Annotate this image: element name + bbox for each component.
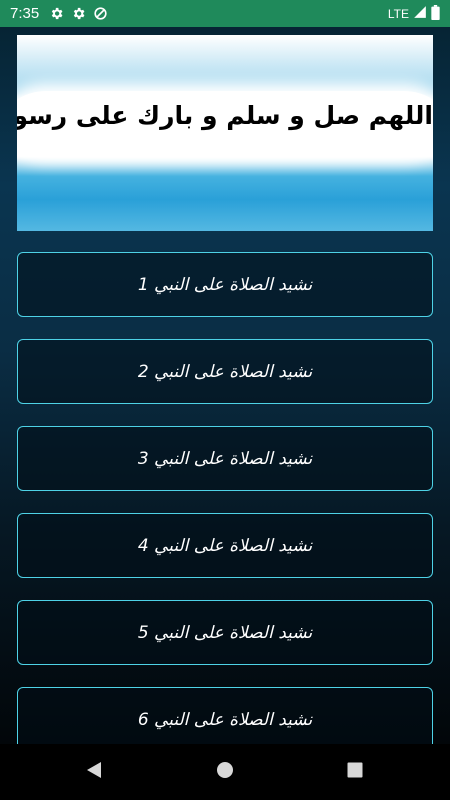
home-button[interactable] <box>215 762 235 782</box>
home-icon <box>216 761 234 783</box>
settings-gear-icon <box>71 6 86 21</box>
list-item[interactable]: نشيد الصلاة على النبي 3 <box>17 426 433 491</box>
list-item-label: نشيد الصلاة على النبي 5 <box>137 622 313 643</box>
list-item[interactable]: نشيد الصلاة على النبي 4 <box>17 513 433 578</box>
status-system-icons: LTE <box>387 4 440 23</box>
status-time: 7:35 <box>10 5 40 22</box>
back-button[interactable] <box>84 762 104 782</box>
settings-gear-icon <box>49 6 64 21</box>
status-bar: 7:35 LTE <box>0 0 450 27</box>
nasheed-list: نشيد الصلاة على النبي 1 نشيد الصلاة على … <box>17 252 433 744</box>
do-not-disturb-icon <box>93 6 108 21</box>
navigation-bar <box>0 744 450 800</box>
network-type: LTE <box>387 6 409 21</box>
signal-icon <box>413 5 427 22</box>
recents-icon <box>347 762 363 782</box>
back-icon <box>86 761 102 783</box>
list-item-label: نشيد الصلاة على النبي 2 <box>137 361 313 382</box>
list-item[interactable]: نشيد الصلاة على النبي 5 <box>17 600 433 665</box>
banner-image: اللهم صل و سلم و بارك على رسولك محمد <box>17 35 433 231</box>
list-item-label: نشيد الصلاة على النبي 4 <box>137 535 313 556</box>
battery-icon <box>431 4 440 23</box>
list-item-label: نشيد الصلاة على النبي 6 <box>137 709 313 730</box>
list-item[interactable]: نشيد الصلاة على النبي 6 <box>17 687 433 744</box>
status-notification-icons <box>49 6 108 21</box>
app-content: اللهم صل و سلم و بارك على رسولك محمد نشي… <box>0 27 450 744</box>
list-item-label: نشيد الصلاة على النبي 3 <box>137 448 313 469</box>
banner-text: اللهم صل و سلم و بارك على رسولك محمد <box>17 101 433 130</box>
list-item-label: نشيد الصلاة على النبي 1 <box>137 274 313 295</box>
list-item[interactable]: نشيد الصلاة على النبي 1 <box>17 252 433 317</box>
recents-button[interactable] <box>345 762 365 782</box>
list-item[interactable]: نشيد الصلاة على النبي 2 <box>17 339 433 404</box>
